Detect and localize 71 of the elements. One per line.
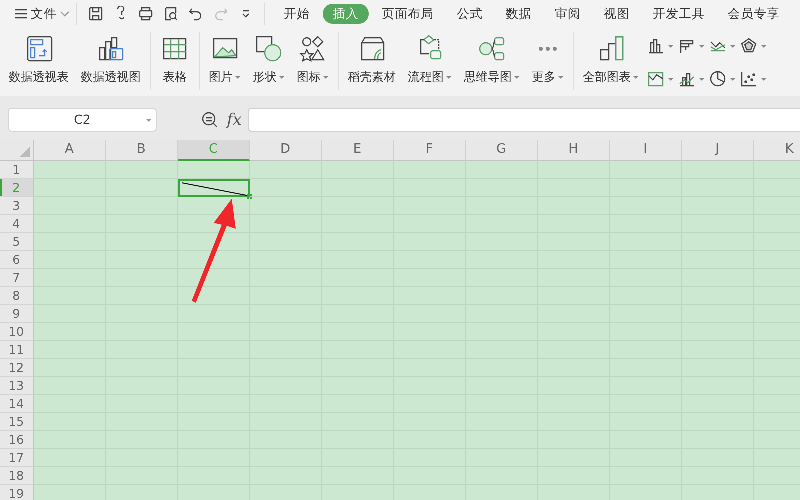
shapes-icon <box>254 34 284 64</box>
more-icon <box>538 46 558 52</box>
ribbon-button[interactable]: 数据透视表 <box>6 28 72 96</box>
function-button[interactable]: fx <box>227 108 242 132</box>
row-header[interactable]: 19 <box>0 485 34 500</box>
row-header[interactable]: 4 <box>0 215 34 233</box>
row-header[interactable]: 16 <box>0 431 34 449</box>
column-header[interactable]: K <box>754 140 800 161</box>
row-header[interactable]: 8 <box>0 287 34 305</box>
ribbon-button[interactable]: 表格 <box>157 28 193 96</box>
ribbon-button[interactable]: 更多 <box>529 28 567 96</box>
combo-chart-icon <box>679 71 695 87</box>
row-header[interactable]: 1 <box>0 161 34 179</box>
icons-icon <box>298 34 328 64</box>
row-header[interactable]: 9 <box>0 305 34 323</box>
customize-dropdown-icon[interactable] <box>240 9 250 19</box>
column-header[interactable]: G <box>466 140 538 161</box>
row-header[interactable]: 15 <box>0 413 34 431</box>
ribbon-tab[interactable]: 页面布局 <box>372 4 444 24</box>
fill-handle[interactable] <box>247 194 252 199</box>
ribbon-button[interactable]: 稻壳素材 <box>345 28 399 96</box>
row-header[interactable]: 17 <box>0 449 34 467</box>
ribbon-tab[interactable]: 插入 <box>323 4 369 24</box>
ribbon-tab[interactable]: 公式 <box>447 4 493 24</box>
ribbon-tab[interactable]: 会员专享 <box>718 4 790 24</box>
radar-chart-icon <box>741 38 757 54</box>
column-header[interactable]: E <box>322 140 394 161</box>
zoom-icon[interactable] <box>201 111 219 129</box>
ribbon-button[interactable]: 图片 <box>206 28 244 96</box>
name-box[interactable]: C2 <box>8 108 157 132</box>
ribbon-tab[interactable]: 审阅 <box>545 4 591 24</box>
print-icon[interactable] <box>138 6 154 22</box>
area-chart-icon <box>648 71 664 87</box>
column-header[interactable]: B <box>106 140 178 161</box>
row-header[interactable]: 10 <box>0 323 34 341</box>
chevron-down-icon <box>60 10 70 18</box>
column-header[interactable]: I <box>610 140 682 161</box>
row-header[interactable]: 6 <box>0 251 34 269</box>
ribbon-tab[interactable]: 数据 <box>496 4 542 24</box>
row-header[interactable]: 14 <box>0 395 34 413</box>
ribbon-button[interactable]: 形状 <box>250 28 288 96</box>
ribbon-tab[interactable]: 开发工具 <box>643 4 715 24</box>
ribbon-button[interactable]: 全部图表 <box>580 28 642 96</box>
file-menu[interactable]: 文件 <box>14 4 70 24</box>
horizontal-bar-chart-icon <box>679 38 695 54</box>
row-header[interactable]: 12 <box>0 359 34 377</box>
ribbon-tab[interactable]: 开始 <box>274 4 320 24</box>
row-header[interactable]: 18 <box>0 467 34 485</box>
row-header[interactable]: 5 <box>0 233 34 251</box>
pie-chart-icon <box>710 71 726 87</box>
menu-icon <box>14 8 28 20</box>
formula-input[interactable] <box>248 108 800 132</box>
ribbon-button[interactable]: 流程图 <box>405 28 455 96</box>
column-header[interactable]: F <box>394 140 466 161</box>
row-header[interactable]: 11 <box>0 341 34 359</box>
scatter-chart-icon <box>741 71 757 87</box>
save-icon[interactable] <box>88 6 104 22</box>
ribbon-button[interactable]: 数据透视图 <box>78 28 144 96</box>
ribbon-button[interactable]: 思维导图 <box>461 28 523 96</box>
ribbon-button[interactable]: 图标 <box>294 28 332 96</box>
column-header[interactable]: J <box>682 140 754 161</box>
print-preview-icon[interactable] <box>162 6 178 22</box>
column-header[interactable]: H <box>538 140 610 161</box>
row-header[interactable]: 3 <box>0 197 34 215</box>
row-header[interactable]: 7 <box>0 269 34 287</box>
ribbon-tab[interactable]: 视图 <box>594 4 640 24</box>
column-header[interactable]: A <box>34 140 106 161</box>
column-chart-icon <box>648 38 664 54</box>
column-header[interactable]: D <box>250 140 322 161</box>
undo-icon[interactable] <box>188 6 204 22</box>
row-header[interactable]: 13 <box>0 377 34 395</box>
